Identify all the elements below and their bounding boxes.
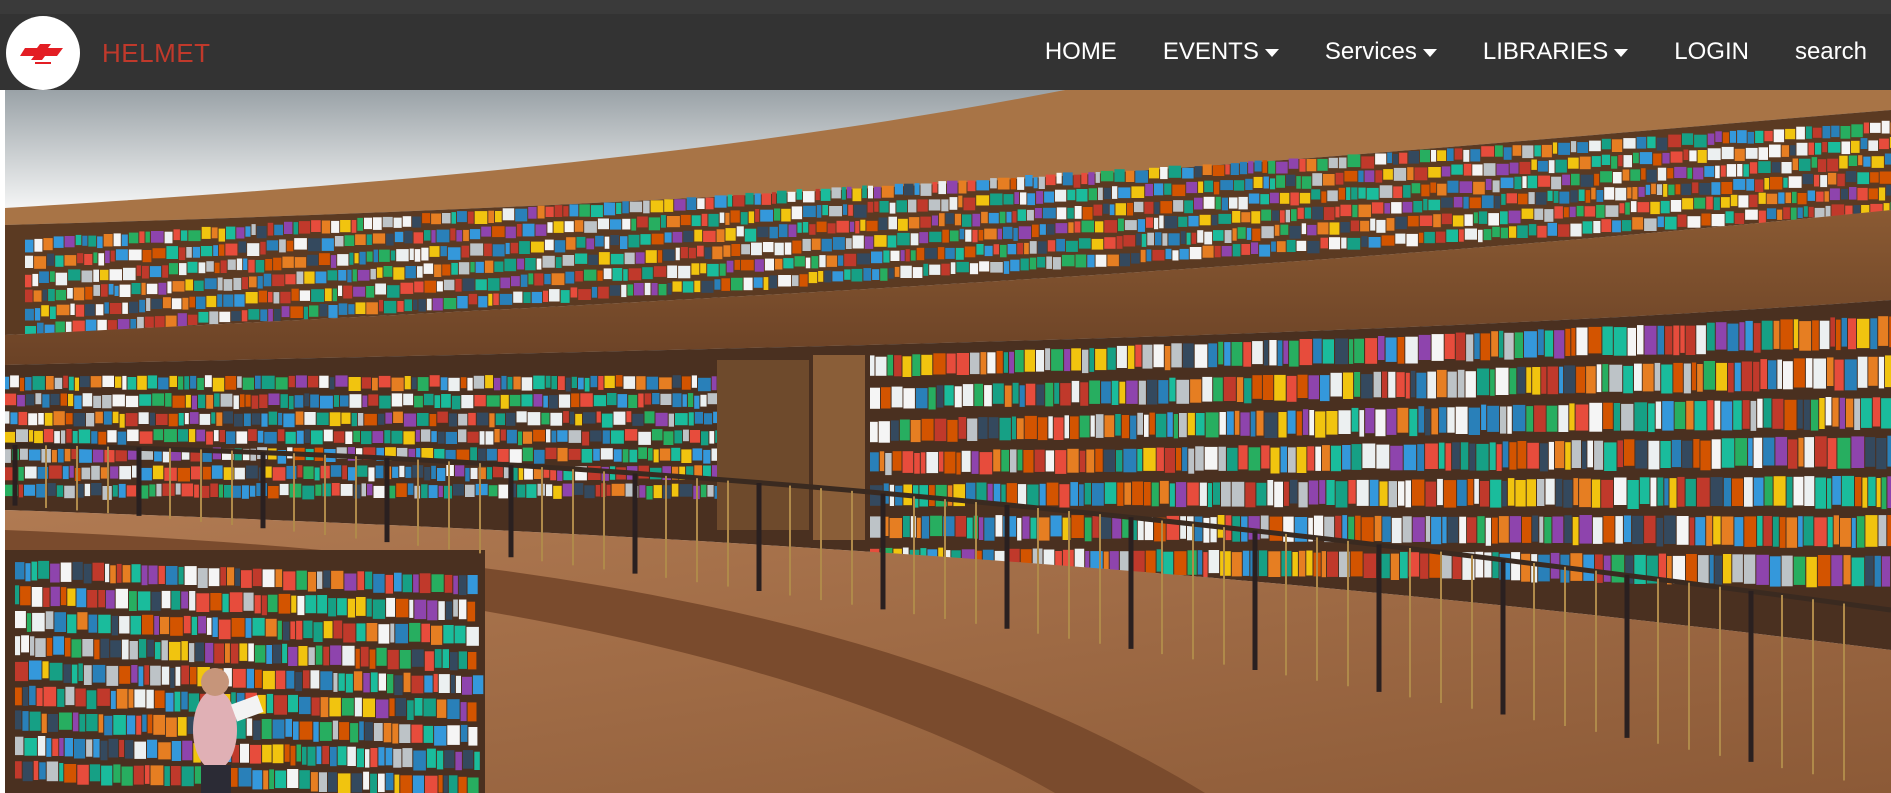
nav-events-label: EVENTS xyxy=(1162,38,1259,65)
brand-name[interactable]: HELMET xyxy=(102,38,210,69)
main-nav: HOME EVENTS Services LIBRARIES LOGIN sea… xyxy=(999,14,1867,90)
window-top-strip xyxy=(0,0,1891,14)
nav-services-label: Services xyxy=(1324,38,1417,65)
hero-image xyxy=(5,90,1891,793)
library-rotunda-photo-icon xyxy=(5,90,1891,793)
helmet-logo[interactable] xyxy=(6,16,80,90)
helmet-logo-icon xyxy=(20,44,63,64)
navbar: HELMET HOME EVENTS Services LIBRARIES LO… xyxy=(0,14,1891,90)
nav-services[interactable]: Services xyxy=(1325,38,1437,66)
nav-libraries[interactable]: LIBRARIES xyxy=(1482,38,1629,66)
nav-home[interactable]: HOME xyxy=(1045,38,1117,66)
nav-login[interactable]: LOGIN xyxy=(1674,38,1749,66)
nav-events[interactable]: EVENTS xyxy=(1163,38,1279,66)
chevron-down-icon xyxy=(1264,49,1279,57)
nav-search[interactable]: search xyxy=(1795,38,1867,66)
nav-home-label: HOME xyxy=(1044,38,1117,65)
nav-search-label: search xyxy=(1794,38,1867,65)
nav-libraries-label: LIBRARIES xyxy=(1482,38,1609,65)
chevron-down-icon xyxy=(1422,49,1437,57)
chevron-down-icon xyxy=(1614,49,1629,57)
nav-login-label: LOGIN xyxy=(1674,38,1749,65)
